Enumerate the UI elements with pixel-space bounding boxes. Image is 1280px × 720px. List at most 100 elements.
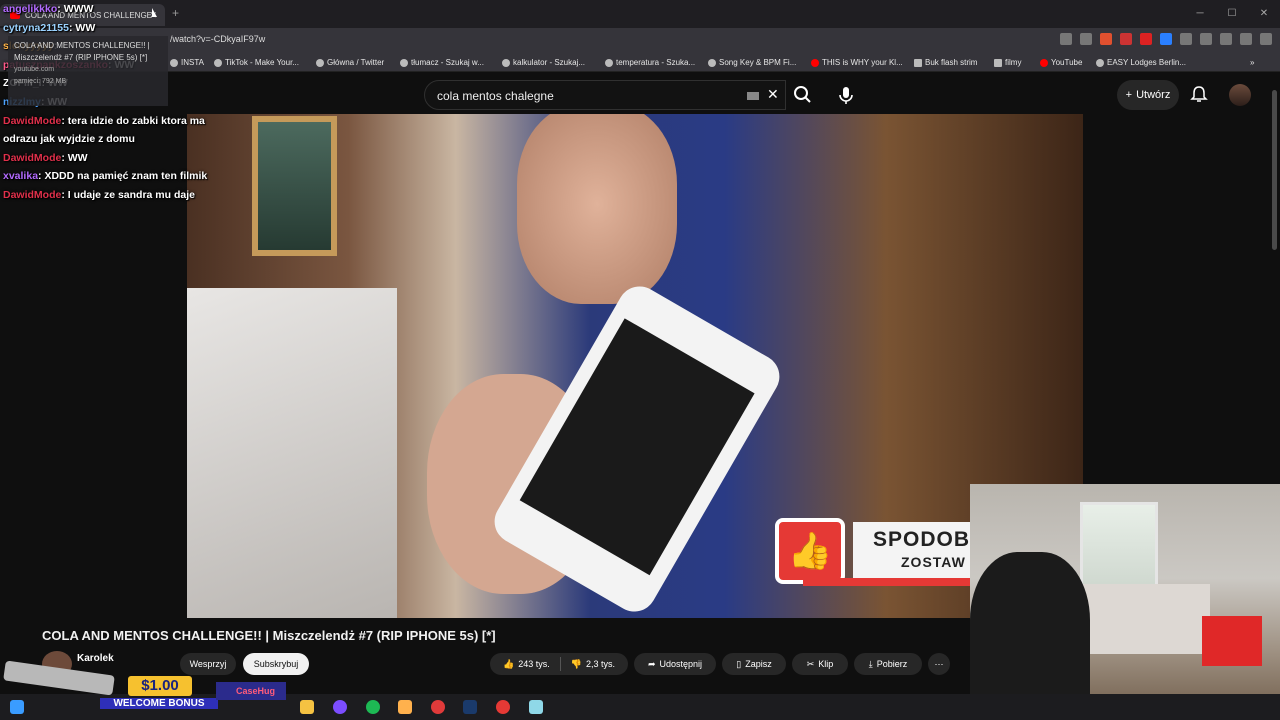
bookmark-folder[interactable]: Buk flash strim bbox=[914, 58, 977, 67]
brand-logo: CaseHug bbox=[216, 682, 286, 700]
notes-app-icon[interactable] bbox=[529, 700, 543, 714]
extension-icons bbox=[1060, 33, 1272, 45]
bookmark-favicon-icon bbox=[1096, 58, 1104, 67]
share-page-icon[interactable] bbox=[1080, 33, 1092, 45]
like-count[interactable]: 243 tys. bbox=[518, 659, 550, 669]
menu-icon[interactable] bbox=[1260, 33, 1272, 45]
chat-message: DawidMode: WW bbox=[0, 149, 250, 168]
youtube-app-icon[interactable] bbox=[496, 700, 510, 714]
mouse-cursor-icon bbox=[152, 8, 157, 17]
share-label: Udostępnij bbox=[659, 659, 703, 669]
bookmark-favicon-icon bbox=[502, 58, 510, 67]
bookmark-item[interactable]: tłumacz - Szukaj w... bbox=[400, 58, 484, 67]
clear-search-icon[interactable]: ✕ bbox=[767, 86, 779, 103]
extension-red-icon[interactable] bbox=[1140, 33, 1152, 45]
bookmark-item[interactable]: THIS is WHY your Kl... bbox=[811, 58, 903, 67]
share-button[interactable]: ➦ Udostępnij bbox=[634, 653, 716, 675]
messenger-icon[interactable] bbox=[333, 700, 347, 714]
chat-text: odrazu jak wyjdzie z domu bbox=[3, 133, 135, 146]
gun-graphic bbox=[3, 660, 115, 696]
webcam-window bbox=[1080, 502, 1158, 590]
clip-button[interactable]: ✂ Klip bbox=[792, 653, 848, 675]
video-scene-painting bbox=[252, 116, 337, 256]
extensions-puzzle-icon[interactable] bbox=[1180, 33, 1192, 45]
tooltip-memory: pamięci: 792 MB bbox=[14, 78, 67, 85]
casehug-ad-banner[interactable]: $1.00 WELCOME BONUS CaseHug bbox=[0, 660, 288, 716]
like-icon[interactable]: 👍 bbox=[503, 659, 514, 670]
plus-icon: + bbox=[1125, 89, 1133, 101]
video-scene-person bbox=[517, 114, 677, 304]
notifications-bell-icon[interactable] bbox=[1190, 85, 1208, 103]
bookmark-item[interactable]: EASY Lodges Berlin... bbox=[1096, 58, 1186, 67]
chat-text: tera idzie do zabki ktora ma bbox=[67, 114, 205, 127]
webcam-red-table bbox=[1202, 616, 1262, 666]
sidebar-icon[interactable] bbox=[1220, 33, 1232, 45]
tooltip-title: COLA AND MENTOS CHALLENGE!! | Miszczelen… bbox=[14, 41, 150, 62]
maximize-icon[interactable]: ☐ bbox=[1216, 0, 1248, 28]
download-button[interactable]: ⤓ Pobierz bbox=[854, 653, 922, 675]
spotify-icon[interactable] bbox=[366, 700, 380, 714]
account-avatar[interactable] bbox=[1229, 84, 1251, 106]
dislike-icon[interactable]: 👎 bbox=[571, 659, 582, 670]
chat-username: DawidMode bbox=[3, 188, 62, 201]
clip-label: Klip bbox=[818, 659, 834, 669]
chat-message: DawidMode: tera idzie do zabki ktora ma bbox=[0, 112, 250, 131]
search-icon[interactable] bbox=[786, 80, 820, 110]
chat-text: WW bbox=[67, 151, 88, 164]
bookmark-folder[interactable]: filmy bbox=[994, 58, 1021, 67]
chat-text: WW bbox=[75, 21, 96, 34]
create-label: Utwórz bbox=[1136, 89, 1171, 101]
download-label: Pobierz bbox=[876, 659, 908, 669]
create-button[interactable]: + Utwórz bbox=[1117, 80, 1179, 110]
music-icon[interactable] bbox=[1200, 33, 1212, 45]
keyboard-icon[interactable] bbox=[747, 92, 759, 100]
youtube-favicon-icon bbox=[1040, 58, 1048, 67]
wallet-icon[interactable] bbox=[1240, 33, 1252, 45]
microphone-icon[interactable] bbox=[835, 84, 857, 106]
chat-message: xvalika: XDDD na pamięć znam ten filmik bbox=[0, 167, 250, 186]
bookmark-item[interactable]: kalkulator - Szukaj... bbox=[502, 58, 585, 67]
chat-username: DawidMode bbox=[3, 114, 62, 127]
steam-icon[interactable] bbox=[463, 700, 477, 714]
tab-hover-tooltip: COLA AND MENTOS CHALLENGE!! | Miszczelen… bbox=[8, 36, 168, 106]
download-icon: ⤓ bbox=[868, 658, 873, 669]
extension-blue-icon[interactable] bbox=[1160, 33, 1172, 45]
bookmark-favicon-icon bbox=[316, 58, 324, 67]
bookmark-favicon-icon bbox=[811, 58, 819, 67]
bookmark-item[interactable]: temperatura - Szuka... bbox=[605, 58, 695, 67]
bookmark-favicon-icon bbox=[400, 58, 408, 67]
close-window-icon[interactable]: ✕ bbox=[1248, 0, 1280, 28]
chat-text: I udaje ze sandra mu daje bbox=[67, 188, 195, 201]
search-input[interactable]: cola mentos chalegne bbox=[437, 89, 554, 103]
app-icon[interactable] bbox=[398, 700, 412, 714]
dislike-count[interactable]: 2,3 tys. bbox=[586, 659, 615, 669]
bookmark-favicon-icon bbox=[708, 58, 716, 67]
save-button[interactable]: ▯ Zapisz bbox=[722, 653, 786, 675]
file-explorer-icon[interactable] bbox=[300, 700, 314, 714]
search-box: cola mentos chalegne ✕ bbox=[424, 80, 786, 110]
page-scrollbar[interactable] bbox=[1272, 90, 1277, 250]
obs-icon[interactable] bbox=[431, 700, 445, 714]
thumbs-up-icon: 👍 bbox=[775, 518, 845, 584]
folder-icon bbox=[994, 58, 1002, 67]
cast-icon[interactable] bbox=[1060, 33, 1072, 45]
chat-username: angelikkko bbox=[3, 3, 58, 15]
minimize-icon[interactable]: ─ bbox=[1184, 0, 1216, 28]
tooltip-site: youtube.com bbox=[14, 66, 55, 73]
video-player[interactable]: 👍 SPODOBAŁ C ZOSTAW ŁA bbox=[187, 114, 1083, 618]
more-actions-button[interactable]: ⋯ bbox=[928, 653, 950, 675]
bookmark-item[interactable]: Główna / Twitter bbox=[316, 58, 384, 67]
brave-shield-icon[interactable] bbox=[1100, 33, 1112, 45]
share-icon: ➦ bbox=[647, 658, 656, 669]
bookmark-icon: ▯ bbox=[736, 658, 742, 669]
bookmark-item[interactable]: Song Key & BPM Fi... bbox=[708, 58, 796, 67]
video-title: COLA AND MENTOS CHALLENGE!! | Miszczelen… bbox=[42, 628, 496, 643]
like-divider bbox=[559, 657, 561, 671]
rewards-icon[interactable] bbox=[1120, 33, 1132, 45]
bookmark-item[interactable]: YouTube bbox=[1040, 58, 1082, 67]
like-dislike-group: 👍 243 tys. 👎 2,3 tys. bbox=[490, 653, 628, 675]
bonus-amount: $1.00 bbox=[128, 676, 192, 696]
scissors-icon: ✂ bbox=[806, 658, 815, 669]
chat-message: odrazu jak wyjdzie z domu bbox=[0, 130, 250, 149]
more-bookmarks-icon[interactable]: » bbox=[1250, 58, 1254, 67]
